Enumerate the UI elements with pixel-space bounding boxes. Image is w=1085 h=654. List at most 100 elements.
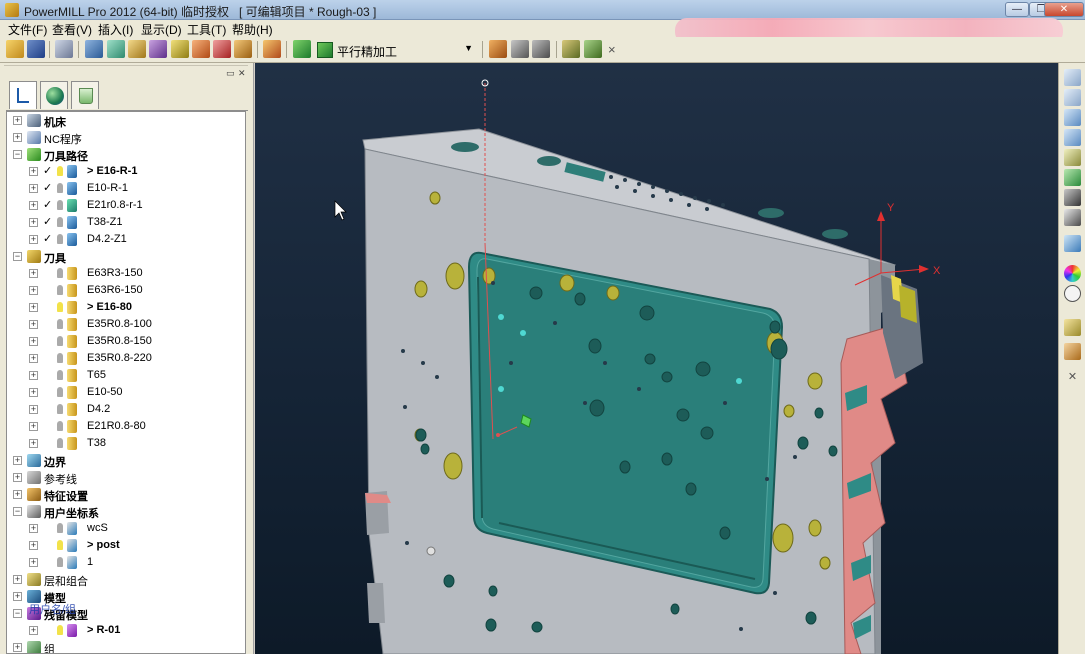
tree-item[interactable]: + E63R6-150: [7, 282, 245, 299]
block-icon[interactable]: [85, 40, 103, 58]
checkmark-icon[interactable]: ✓: [43, 165, 54, 177]
lightbulb-icon[interactable]: [57, 438, 63, 448]
print-icon[interactable]: [55, 40, 73, 58]
expand-toggle-icon[interactable]: −: [13, 252, 22, 261]
ruler-icon[interactable]: [532, 40, 550, 58]
lightbulb-icon[interactable]: [57, 557, 63, 567]
refresh-icon[interactable]: [1064, 169, 1081, 186]
leads-links-icon[interactable]: [149, 40, 167, 58]
lightbulb-icon[interactable]: [57, 523, 63, 533]
tree-section-feature-sets[interactable]: + 特征设置: [7, 486, 245, 503]
expand-toggle-icon[interactable]: −: [13, 609, 22, 618]
rapid-move-icon[interactable]: [107, 40, 125, 58]
checkmark-icon[interactable]: ✓: [43, 182, 54, 194]
lightbulb-icon[interactable]: [57, 302, 63, 312]
tree-item[interactable]: + ✓ E10-R-1: [7, 180, 245, 197]
select-cursor-icon[interactable]: [1064, 319, 1081, 336]
lightbulb-icon[interactable]: [57, 268, 63, 278]
checkmark-icon[interactable]: ✓: [43, 216, 54, 228]
machine-icon[interactable]: [562, 40, 580, 58]
expand-toggle-icon[interactable]: +: [13, 116, 22, 125]
zoom-fit-icon[interactable]: [1064, 189, 1081, 206]
explorer-tab[interactable]: [9, 81, 37, 109]
calculator-icon[interactable]: [511, 40, 529, 58]
expand-toggle-icon[interactable]: +: [29, 201, 38, 210]
transform-icon[interactable]: [584, 40, 602, 58]
menu-tools[interactable]: 工具(T): [187, 21, 226, 38]
tree-item[interactable]: + E35R0.8-220: [7, 350, 245, 367]
expand-toggle-icon[interactable]: +: [29, 541, 38, 550]
lightbulb-icon[interactable]: [57, 387, 63, 397]
toolpath-strategy-icon[interactable]: [293, 40, 311, 58]
view-cube-icon[interactable]: [1064, 129, 1081, 146]
toolbar-close-icon[interactable]: ×: [608, 42, 616, 57]
lightbulb-icon[interactable]: [57, 625, 63, 635]
lightbulb-icon[interactable]: [57, 285, 63, 295]
edit-toolpath-icon[interactable]: [489, 40, 507, 58]
menu-insert[interactable]: 插入(I): [98, 21, 133, 38]
tree-item[interactable]: + ✓ E21r0.8-r-1: [7, 197, 245, 214]
tree-item[interactable]: + > E16-80: [7, 299, 245, 316]
expand-toggle-icon[interactable]: +: [13, 575, 22, 584]
expand-toggle-icon[interactable]: +: [13, 490, 22, 499]
open-folder-icon[interactable]: [6, 40, 24, 58]
tree-section-workplanes[interactable]: − 用户坐标系: [7, 503, 245, 520]
strategy-select[interactable]: 平行精加工 ▼: [317, 41, 477, 59]
tree-item[interactable]: + > post: [7, 537, 245, 554]
expand-toggle-icon[interactable]: +: [29, 235, 38, 244]
view-iso-icon[interactable]: [1064, 109, 1081, 126]
lightbulb-icon[interactable]: [57, 217, 63, 227]
tree-item[interactable]: + ✓ D4.2-Z1: [7, 231, 245, 248]
tree-item[interactable]: + E35R0.8-100: [7, 316, 245, 333]
globe-tab[interactable]: [40, 81, 68, 109]
tree-section-levels[interactable]: + 层和组合: [7, 571, 245, 588]
tree-section-nc-programs[interactable]: + NC程序: [7, 129, 245, 146]
3d-viewport[interactable]: Y X: [255, 63, 1058, 654]
menu-display[interactable]: 显示(D): [141, 21, 182, 38]
lightbulb-icon[interactable]: [57, 404, 63, 414]
expand-toggle-icon[interactable]: +: [29, 558, 38, 567]
tree-section-machine[interactable]: + 机床: [7, 112, 245, 129]
tree-item[interactable]: + > R-01: [7, 622, 245, 639]
expand-toggle-icon[interactable]: +: [13, 592, 22, 601]
expand-toggle-icon[interactable]: +: [29, 388, 38, 397]
tree-section-boundaries[interactable]: + 边界: [7, 452, 245, 469]
tree-item[interactable]: + wcS: [7, 520, 245, 537]
lightbulb-icon[interactable]: [57, 319, 63, 329]
tool-icon[interactable]: [128, 40, 146, 58]
expand-toggle-icon[interactable]: +: [13, 456, 22, 465]
save-icon[interactable]: [27, 40, 45, 58]
toolpath-icon[interactable]: [234, 40, 252, 58]
expand-toggle-icon[interactable]: +: [29, 405, 38, 414]
lightbulb-icon[interactable]: [57, 183, 63, 193]
lightbulb-icon[interactable]: [57, 336, 63, 346]
zoom-icon[interactable]: [1064, 149, 1081, 166]
tree-item[interactable]: + T38: [7, 435, 245, 452]
tree-item[interactable]: + E10-50: [7, 384, 245, 401]
lightbulb-icon[interactable]: [57, 370, 63, 380]
end-point-icon[interactable]: [213, 40, 231, 58]
menu-file[interactable]: 文件(F): [8, 21, 47, 38]
expand-toggle-icon[interactable]: +: [29, 371, 38, 380]
tree-section-tools[interactable]: − 刀具: [7, 248, 245, 265]
lightbulb-icon[interactable]: [57, 353, 63, 363]
expand-toggle-icon[interactable]: −: [13, 150, 22, 159]
expand-toggle-icon[interactable]: −: [13, 507, 22, 516]
pin-icon[interactable]: ▭: [226, 69, 235, 78]
lightbulb-icon[interactable]: [57, 234, 63, 244]
pick-cursor-icon[interactable]: [1064, 343, 1081, 360]
tree-section-groups[interactable]: + 组: [7, 639, 245, 653]
tree-section-patterns[interactable]: + 参考线: [7, 469, 245, 486]
expand-toggle-icon[interactable]: +: [29, 439, 38, 448]
lightbulb-icon[interactable]: [57, 200, 63, 210]
expand-toggle-icon[interactable]: +: [29, 337, 38, 346]
tree-item[interactable]: + ✓ > E16-R-1: [7, 163, 245, 180]
expand-toggle-icon[interactable]: +: [29, 167, 38, 176]
wireframe-globe-icon[interactable]: [1064, 285, 1081, 302]
expand-toggle-icon[interactable]: +: [29, 184, 38, 193]
expand-toggle-icon[interactable]: +: [29, 320, 38, 329]
lightbulb-icon[interactable]: [57, 421, 63, 431]
lightbulb-icon[interactable]: [57, 166, 63, 176]
expand-toggle-icon[interactable]: +: [13, 133, 22, 142]
expand-toggle-icon[interactable]: +: [29, 269, 38, 278]
